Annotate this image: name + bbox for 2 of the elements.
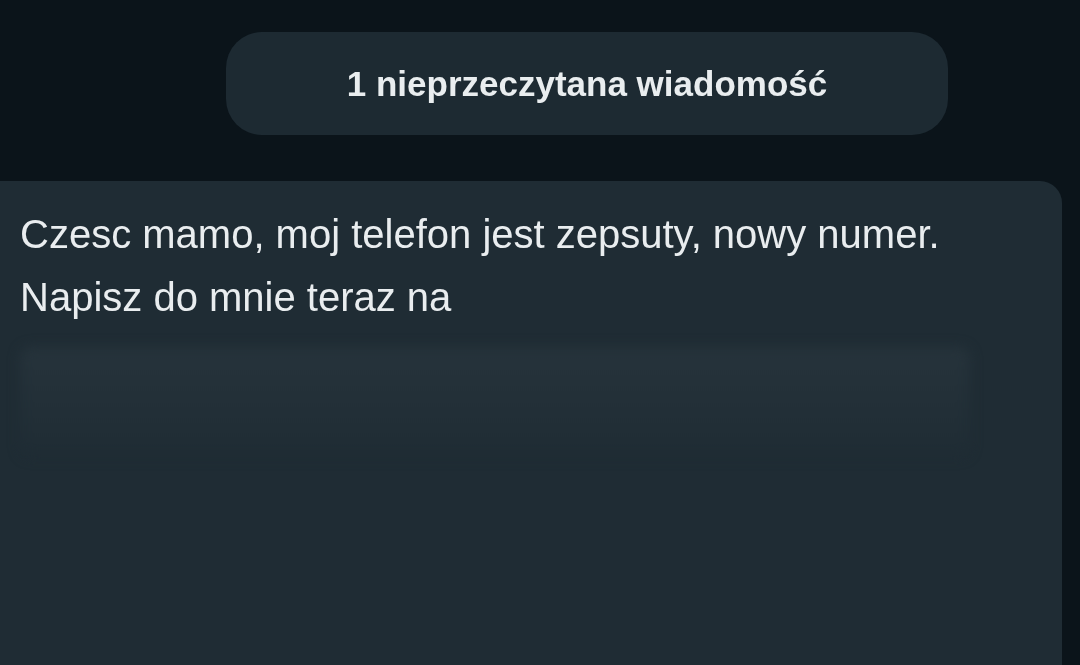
unread-messages-banner: 1 nieprzeczytana wiadomość	[226, 32, 948, 135]
message-text: Czesc mamo, moj telefon jest zepsuty, nowy numer. Napisz do mnie teraz na	[20, 211, 941, 321]
